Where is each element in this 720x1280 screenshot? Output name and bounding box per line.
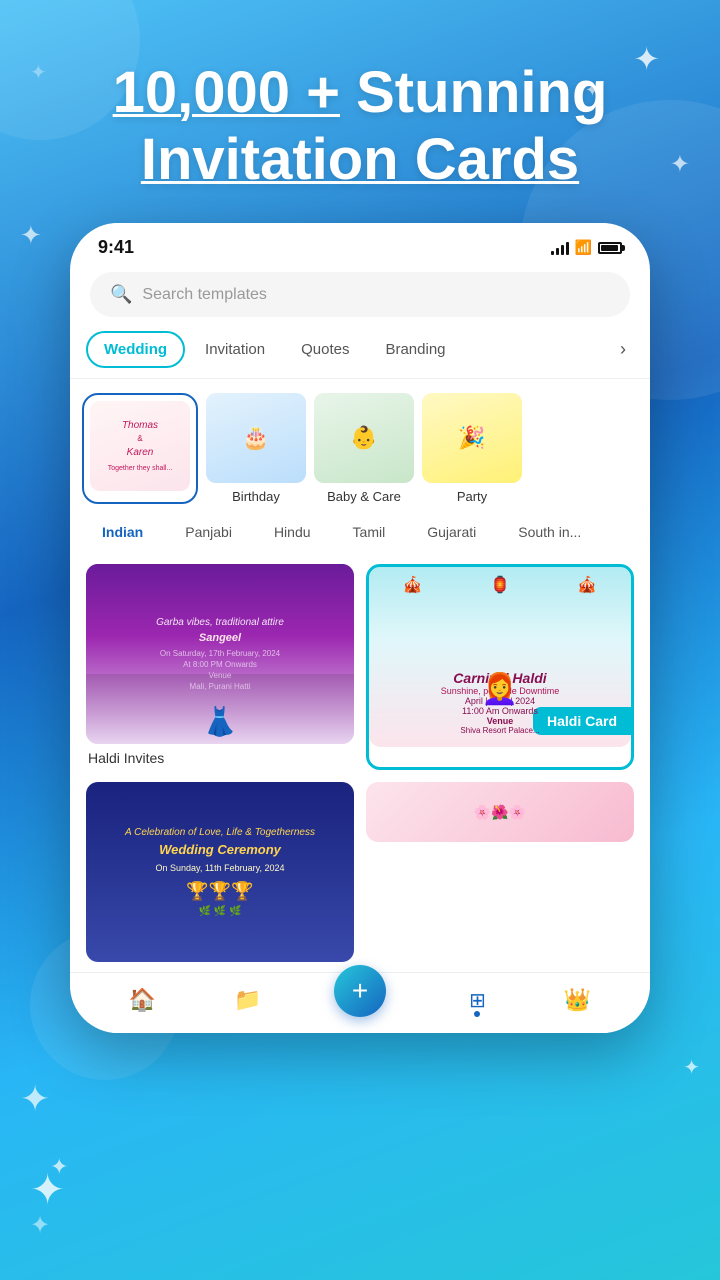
nav-grid[interactable]: ⊞ xyxy=(469,988,486,1013)
search-icon: 🔍 xyxy=(110,284,132,305)
home-icon: 🏠 xyxy=(129,987,156,1013)
party-thumb-visual: 🎉 xyxy=(422,393,522,483)
category-birthday[interactable]: 🎂 Birthday xyxy=(206,393,306,504)
birthday-thumb-visual: 🎂 xyxy=(206,393,306,483)
card-label-haldi: Haldi Invites xyxy=(86,744,354,770)
hero-title-underlined: 10,000 + xyxy=(113,60,340,125)
filter-tamil[interactable]: Tamil xyxy=(337,518,402,546)
card-img-wedding2: A Celebration of Love, Life & Togetherne… xyxy=(86,782,354,962)
category-thumb-wedding: Thomas & Karen Together they shall... xyxy=(90,401,190,491)
nav-home[interactable]: 🏠 xyxy=(129,987,156,1013)
category-thumb-baby: 👶 xyxy=(314,393,414,483)
category-thumb-party: 🎉 xyxy=(422,393,522,483)
card-img-carnival: 🎪🏮🎪 Carnival Haldi Sunshine, poolside Do… xyxy=(369,567,631,747)
card-img-haldi: Garba vibes, traditional attire Sangeel … xyxy=(86,564,354,744)
active-nav-dot xyxy=(474,1011,480,1017)
status-bar: 9:41 📶 xyxy=(70,223,650,266)
category-baby[interactable]: 👶 Baby & Care xyxy=(314,393,414,504)
category-label-party: Party xyxy=(457,489,487,504)
wedding2-card-visual: A Celebration of Love, Life & Togetherne… xyxy=(86,782,354,962)
baby-thumb-visual: 👶 xyxy=(314,393,414,483)
folder-icon: 📁 xyxy=(234,987,261,1013)
category-wedding[interactable]: Thomas & Karen Together they shall... xyxy=(82,393,198,504)
filter-south[interactable]: South in... xyxy=(502,518,597,546)
tab-row: Wedding Invitation Quotes Branding › xyxy=(70,331,650,379)
card-haldi-invites[interactable]: Garba vibes, traditional attire Sangeel … xyxy=(86,564,354,770)
haldi-card-visual: Garba vibes, traditional attire Sangeel … xyxy=(86,564,354,744)
fab-button[interactable]: + xyxy=(334,965,386,1017)
nav-folder[interactable]: 📁 xyxy=(234,987,261,1013)
card-wedding-ceremony[interactable]: A Celebration of Love, Life & Togetherne… xyxy=(86,782,354,962)
bottom-nav: 🏠 📁 ⊞ 👑 + xyxy=(70,972,650,1033)
category-label-baby: Baby & Care xyxy=(327,489,401,504)
tab-branding[interactable]: Branding xyxy=(369,333,461,366)
bottom-left-sparkle: ✦ ✦ xyxy=(30,1169,65,1240)
card-img-partial: 🌸🌺🌸 xyxy=(366,782,634,842)
hero-title-line2: Invitation Cards xyxy=(141,127,579,192)
card-partial[interactable]: 🌸🌺🌸 xyxy=(366,782,634,962)
tab-invitation[interactable]: Invitation xyxy=(189,333,281,366)
filter-gujarati[interactable]: Gujarati xyxy=(411,518,492,546)
status-icons: 📶 xyxy=(551,239,622,256)
category-label-birthday: Birthday xyxy=(232,489,280,504)
tab-quotes[interactable]: Quotes xyxy=(285,333,365,366)
search-bar[interactable]: 🔍 Search templates xyxy=(90,272,630,317)
nav-crown[interactable]: 👑 xyxy=(564,987,591,1013)
grid-icon: ⊞ xyxy=(469,988,486,1013)
search-placeholder: Search templates xyxy=(142,286,267,304)
status-time: 9:41 xyxy=(98,237,134,258)
wifi-icon: 📶 xyxy=(575,239,592,256)
hero-section: 10,000 + Stunning Invitation Cards xyxy=(0,0,720,223)
tab-more-button[interactable]: › xyxy=(612,335,634,364)
category-row: Thomas & Karen Together they shall... 🎂 … xyxy=(70,379,650,510)
signal-icon xyxy=(551,241,569,255)
filter-hindu[interactable]: Hindu xyxy=(258,518,327,546)
cards-grid: Garba vibes, traditional attire Sangeel … xyxy=(70,554,650,972)
filter-row: Indian Panjabi Hindu Tamil Gujarati Sout… xyxy=(70,510,650,554)
wedding-card-preview: Thomas & Karen Together they shall... xyxy=(90,401,190,491)
battery-icon xyxy=(598,242,622,254)
filter-indian[interactable]: Indian xyxy=(86,518,159,546)
phone-frame: 9:41 📶 🔍 Search templates Wedding Invita… xyxy=(70,223,650,1033)
card-carnival-haldi[interactable]: 🎪🏮🎪 Carnival Haldi Sunshine, poolside Do… xyxy=(366,564,634,770)
partial-card-visual: 🌸🌺🌸 xyxy=(366,782,634,842)
filter-panjabi[interactable]: Panjabi xyxy=(169,518,248,546)
category-thumb-birthday: 🎂 xyxy=(206,393,306,483)
hero-title: 10,000 + Stunning Invitation Cards xyxy=(40,60,680,193)
crown-icon: 👑 xyxy=(564,987,591,1013)
tab-wedding[interactable]: Wedding xyxy=(86,331,185,368)
category-party[interactable]: 🎉 Party xyxy=(422,393,522,504)
